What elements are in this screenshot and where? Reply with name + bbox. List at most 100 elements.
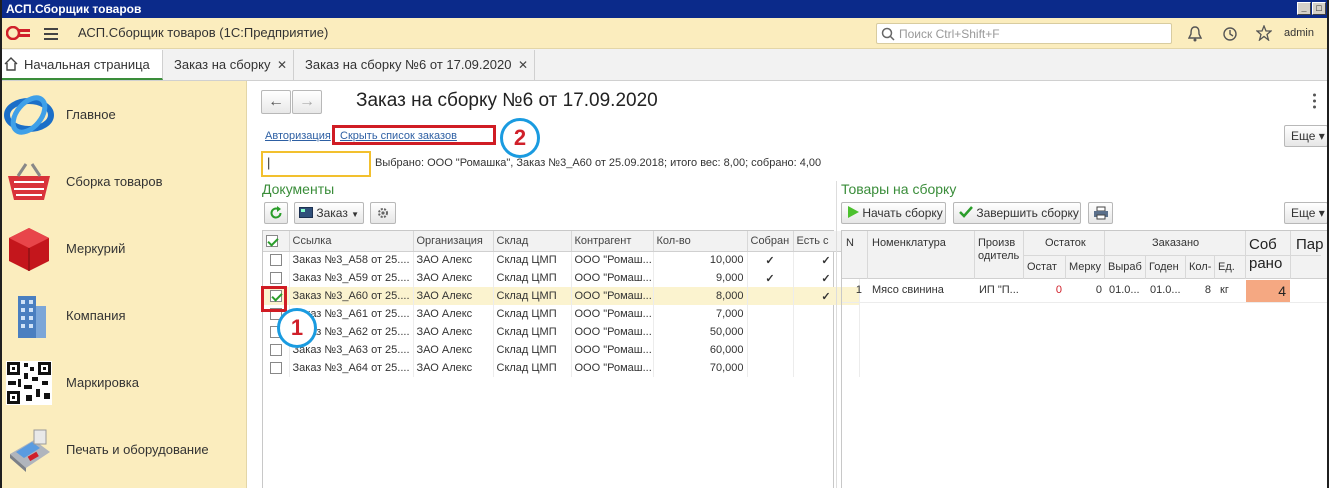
column-header[interactable]: Остаток [1045, 237, 1086, 249]
home-icon [4, 57, 18, 71]
column-header[interactable]: Остат [1027, 261, 1057, 273]
sidebar-item-label: Компания [66, 308, 126, 323]
settings-button[interactable] [370, 202, 396, 224]
column-header[interactable]: N [846, 237, 854, 249]
cell-organization: ЗАО Алекс [413, 287, 494, 305]
close-icon[interactable]: ✕ [518, 50, 528, 80]
cell-counterparty: ООО "Ромаш... [571, 341, 654, 359]
print-button[interactable] [1088, 202, 1113, 224]
column-header[interactable]: рано [1249, 255, 1282, 272]
table-row[interactable]: 1 Мясо свинина ИП "П... 0 0 01.0... 01.0… [842, 279, 1327, 303]
order-dropdown-button[interactable]: Заказ ▼ [294, 202, 364, 224]
check-icon [266, 234, 278, 247]
barcode-input[interactable]: | [261, 151, 371, 177]
cell-organization: ЗАО Алекс [413, 269, 494, 287]
sidebar-item-label: Главное [66, 107, 116, 122]
column-header[interactable]: Соб [1249, 236, 1277, 253]
printer-icon [1093, 206, 1108, 220]
column-header[interactable]: Пар [1296, 236, 1323, 253]
table-row[interactable]: Заказ №3_А61 от 25.... ЗАО Алекс Склад ЦМП… [263, 305, 860, 323]
forward-button[interactable]: → [292, 90, 322, 114]
cell-collected [747, 341, 794, 359]
tab-home[interactable]: Начальная страница [2, 50, 163, 80]
global-search-input[interactable]: Поиск Ctrl+Shift+F [876, 23, 1172, 44]
back-button[interactable]: ← [261, 90, 291, 114]
minimize-button[interactable]: _ [1297, 2, 1311, 15]
tab-order-list[interactable]: Заказ на сборку ✕ [164, 50, 294, 80]
auth-link[interactable]: Авторизация [265, 130, 331, 142]
column-header[interactable]: Заказано [1152, 237, 1199, 249]
sidebar-item-company[interactable]: Компания [2, 282, 247, 349]
sidebar-item-marking[interactable]: Маркировка [2, 349, 247, 416]
sidebar-item-main[interactable]: Главное [2, 81, 247, 148]
column-header[interactable]: Кол- [1189, 261, 1211, 273]
column-header[interactable]: Ед. [1218, 261, 1235, 273]
annotation-box-checkbox [261, 286, 287, 312]
finish-assembly-button[interactable]: Завершить сборку [953, 202, 1081, 224]
bell-icon[interactable] [1188, 26, 1202, 42]
select-all-checkbox[interactable] [263, 231, 290, 252]
column-header[interactable]: Мерку [1069, 261, 1101, 273]
row-checkbox[interactable] [269, 254, 282, 267]
column-header[interactable]: Ссылка [289, 231, 414, 252]
history-icon[interactable] [1222, 26, 1238, 42]
row-checkbox[interactable] [269, 344, 282, 357]
table-row[interactable]: Заказ №3_А59 от 25.... ЗАО Алекс Склад ЦМП… [263, 269, 860, 287]
column-header[interactable]: Собран [747, 231, 794, 252]
cell-qty: 50,000 [653, 323, 748, 341]
sidebar-item-label: Меркурий [66, 241, 126, 256]
close-icon[interactable]: ✕ [277, 50, 287, 80]
maximize-button[interactable]: □ [1312, 2, 1326, 15]
checkbox-cell [263, 359, 290, 377]
column-header[interactable]: одитель [978, 250, 1019, 262]
more-actions-icon[interactable] [1313, 93, 1316, 109]
cell-counterparty: ООО "Ромаш... [571, 287, 654, 305]
annotation-badge-2: 2 [500, 118, 540, 158]
cell-qty: 60,000 [653, 341, 748, 359]
cell-collected [747, 359, 794, 377]
cell-collected [747, 305, 794, 323]
document-icon [299, 207, 313, 218]
sidebar-item-goods-assembly[interactable]: Сборка товаров [2, 148, 247, 215]
cell-warehouse: Склад ЦМП [493, 269, 572, 287]
sidebar-item-label: Печать и оборудование [66, 442, 209, 457]
column-header[interactable]: Номенклатура [872, 237, 946, 249]
goods-more-button[interactable]: Еще ▾ [1284, 202, 1327, 224]
cell-collected[interactable]: 4 [1246, 280, 1290, 302]
more-button[interactable]: Еще ▾ [1284, 125, 1327, 147]
cell-ref: Заказ №3_А58 от 25.... [289, 251, 414, 269]
user-name[interactable]: admin [1284, 27, 1314, 39]
column-header[interactable]: Годен [1149, 261, 1179, 273]
window-title: АСП.Сборщик товаров [6, 2, 142, 16]
table-row[interactable]: Заказ №3_А58 от 25.... ЗАО Алекс Склад ЦМП… [263, 251, 860, 269]
column-header[interactable]: Произв [978, 237, 1015, 249]
tab-label: Заказ на сборку №6 от 17.09.2020 [305, 57, 512, 72]
column-header[interactable]: Организация [413, 231, 494, 252]
tab-order-6[interactable]: Заказ на сборку №6 от 17.09.2020 ✕ [295, 50, 535, 80]
cell-qty: 70,000 [653, 359, 748, 377]
column-header[interactable]: Выраб [1108, 261, 1142, 273]
sidebar-item-mercury[interactable]: Меркурий [2, 215, 247, 282]
table-row[interactable]: Заказ №3_А63 от 25.... ЗАО Алекс Склад ЦМП… [263, 341, 860, 359]
splitter[interactable] [836, 181, 837, 488]
star-icon[interactable] [1256, 25, 1272, 41]
column-header[interactable]: Контрагент [571, 231, 654, 252]
menu-icon[interactable] [44, 27, 60, 41]
table-row[interactable]: Заказ №3_А60 от 25.... ЗАО Алекс Склад ЦМП… [263, 287, 860, 305]
column-header[interactable]: Кол-во [653, 231, 748, 252]
table-row[interactable]: Заказ №3_А62 от 25.... ЗАО Алекс Склад ЦМП… [263, 323, 860, 341]
refresh-button[interactable] [264, 202, 288, 224]
column-header[interactable]: Склад [493, 231, 572, 252]
row-checkbox[interactable] [269, 362, 282, 375]
row-checkbox[interactable] [269, 272, 282, 285]
qr-code-icon [6, 361, 52, 405]
table-row[interactable]: Заказ №3_А64 от 25.... ЗАО Алекс Склад ЦМП… [263, 359, 860, 377]
start-assembly-button[interactable]: Начать сборку [841, 202, 946, 224]
refresh-icon [270, 206, 282, 219]
cell-nomenclature: Мясо свинина [872, 284, 944, 296]
sidebar-item-print-equipment[interactable]: Печать и оборудование [2, 416, 247, 483]
sidebar-item-label: Сборка товаров [66, 174, 163, 189]
tab-label: Заказ на сборку [174, 57, 271, 72]
app-header: АСП.Сборщик товаров (1С:Предприятие) Пои… [2, 18, 1327, 49]
cell-qty: 8 [1204, 284, 1211, 296]
